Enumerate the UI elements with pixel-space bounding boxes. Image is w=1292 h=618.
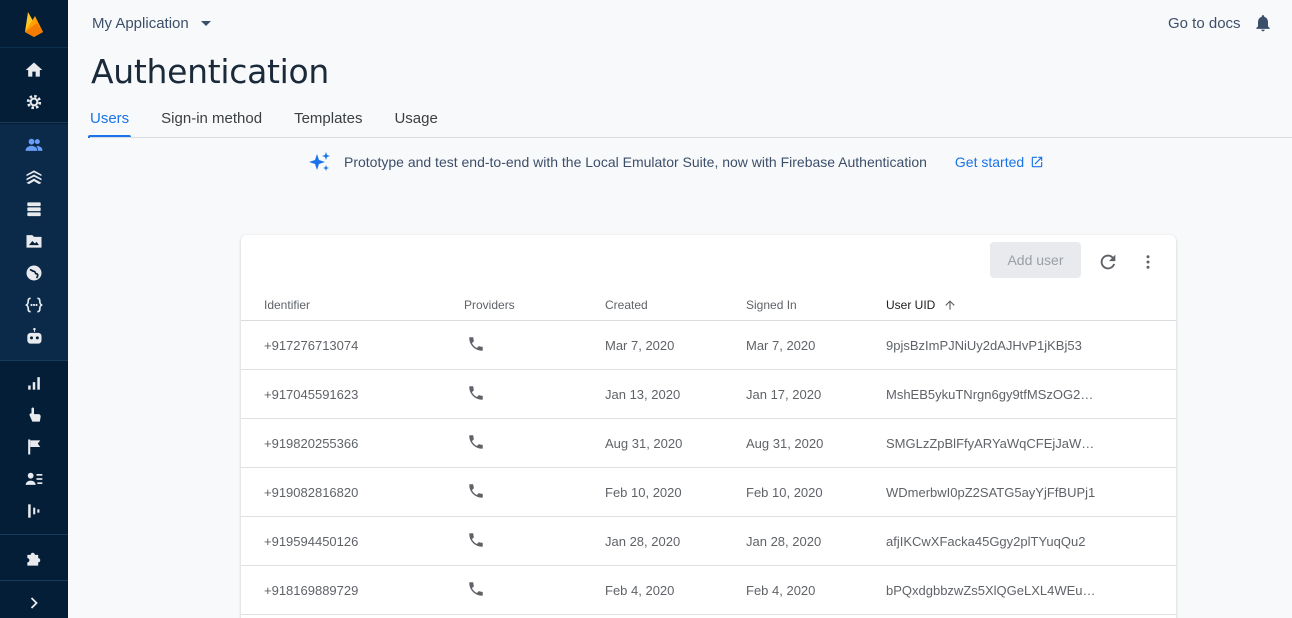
identifier-cell: +918169889729 bbox=[264, 583, 359, 598]
signed-in-cell: Feb 10, 2020 bbox=[746, 485, 823, 500]
phone-provider-icon bbox=[469, 386, 483, 400]
table-row[interactable]: +917045591623 Jan 13, 2020 Jan 17, 2020 Msh… bbox=[241, 370, 1176, 419]
firebase-flame-icon bbox=[25, 11, 43, 37]
created-cell: Jan 13, 2020 bbox=[605, 387, 681, 402]
tab-bar: Users Sign-in method Templates Usage bbox=[87, 100, 470, 138]
created-cell: Aug 31, 2020 bbox=[605, 436, 683, 451]
app-switcher[interactable]: My Application bbox=[92, 15, 211, 32]
column-header-signed-in[interactable]: Signed In bbox=[746, 298, 797, 312]
tab-sign-in-method[interactable]: Sign-in method bbox=[161, 100, 262, 138]
ab-testing-icon[interactable] bbox=[0, 495, 68, 527]
column-header-user-uid-label: User UID bbox=[886, 298, 936, 312]
table-row[interactable]: +919594450126 Jan 28, 2020 Jan 28, 2020 afj… bbox=[241, 517, 1176, 566]
user-uid-cell: MshEB5ykuTNrgn6gy9tfMSzOG2H2 bbox=[886, 387, 1096, 402]
table-row[interactable]: +919082816820 Feb 10, 2020 Feb 10, 2020 WDm… bbox=[241, 468, 1176, 517]
open-in-new-icon bbox=[1031, 156, 1043, 168]
more-options-icon[interactable] bbox=[1139, 251, 1157, 273]
phone-provider-icon bbox=[469, 582, 483, 596]
hosting-globe-icon[interactable] bbox=[0, 257, 68, 289]
analytics-icon[interactable] bbox=[0, 367, 68, 399]
tab-users[interactable]: Users bbox=[87, 100, 132, 138]
column-header-user-uid[interactable]: User UID bbox=[886, 298, 957, 312]
app-name: My Application bbox=[92, 15, 189, 32]
go-to-docs-link[interactable]: Go to docs bbox=[1168, 15, 1241, 32]
authentication-icon[interactable] bbox=[0, 129, 68, 161]
identifier-cell: +919082816820 bbox=[264, 485, 359, 500]
sort-ascending-arrow-icon bbox=[945, 300, 956, 310]
table-row[interactable]: +918169889729 Feb 4, 2020 Feb 4, 2020 bPQxd… bbox=[241, 566, 1176, 615]
user-uid-cell: afjIKCwXFacka45Ggy2plTYuqQu2 bbox=[886, 534, 1086, 549]
dropdown-caret-icon bbox=[200, 21, 211, 26]
tab-divider bbox=[90, 137, 1292, 138]
identifier-cell: +917276713074 bbox=[264, 338, 359, 353]
notifications-bell-icon[interactable] bbox=[1253, 13, 1273, 33]
created-cell: Feb 10, 2020 bbox=[605, 485, 682, 500]
refresh-icon[interactable] bbox=[1097, 251, 1119, 273]
created-cell: Jan 28, 2020 bbox=[605, 534, 681, 549]
settings-gear-icon[interactable] bbox=[0, 86, 68, 118]
table-row[interactable]: +917276713074 Mar 7, 2020 Mar 7, 2020 9pjsB… bbox=[241, 321, 1176, 370]
extensions-puzzle-icon[interactable] bbox=[0, 543, 68, 575]
phone-provider-icon bbox=[469, 533, 483, 547]
firebase-logo[interactable] bbox=[0, 0, 68, 48]
column-header-created[interactable]: Created bbox=[605, 298, 648, 312]
identifier-cell: +919594450126 bbox=[264, 534, 359, 549]
table-row[interactable]: +919820255366 Aug 31, 2020 Aug 31, 2020 SMG… bbox=[241, 419, 1176, 468]
phone-provider-icon bbox=[469, 484, 483, 498]
page-title: Authentication bbox=[91, 52, 330, 91]
signed-in-cell: Jan 28, 2020 bbox=[746, 534, 822, 549]
column-header-providers[interactable]: Providers bbox=[464, 298, 515, 312]
sidebar bbox=[0, 0, 68, 618]
user-uid-cell: SMGLzZpBlFfyARYaWqCFEjJaWJO2 bbox=[886, 436, 1096, 451]
signed-in-cell: Aug 31, 2020 bbox=[746, 436, 824, 451]
identifier-cell: +917045591623 bbox=[264, 387, 359, 402]
top-bar: My Application Go to docs bbox=[68, 0, 1292, 48]
predictions-icon[interactable] bbox=[0, 463, 68, 495]
in-app-messaging-icon[interactable] bbox=[0, 399, 68, 431]
functions-icon[interactable] bbox=[0, 289, 68, 321]
add-user-button[interactable]: Add user bbox=[990, 242, 1081, 278]
user-uid-cell: 9pjsBzImPJNiUy2dAJHvP1jKBj53 bbox=[886, 338, 1082, 353]
get-started-link[interactable]: Get started bbox=[955, 154, 1044, 170]
identifier-cell: +919820255366 bbox=[264, 436, 359, 451]
storage-icon[interactable] bbox=[0, 225, 68, 257]
tab-templates[interactable]: Templates bbox=[294, 100, 362, 138]
realtime-database-icon[interactable] bbox=[0, 193, 68, 225]
users-table-card: Add user Identifier Providers Created Si… bbox=[241, 235, 1176, 618]
signed-in-cell: Jan 17, 2020 bbox=[746, 387, 822, 402]
signed-in-cell: Mar 7, 2020 bbox=[746, 338, 816, 353]
emulator-banner: Prototype and test end-to-end with the L… bbox=[308, 150, 1044, 174]
table-header: Identifier Providers Created Signed In U… bbox=[241, 287, 1176, 321]
firestore-icon[interactable] bbox=[0, 161, 68, 193]
remote-config-flag-icon[interactable] bbox=[0, 431, 68, 463]
column-header-identifier[interactable]: Identifier bbox=[264, 298, 310, 312]
created-cell: Mar 7, 2020 bbox=[605, 338, 675, 353]
phone-provider-icon bbox=[469, 435, 483, 449]
phone-provider-icon bbox=[469, 337, 483, 351]
signed-in-cell: Feb 4, 2020 bbox=[746, 583, 816, 598]
tab-usage[interactable]: Usage bbox=[394, 100, 437, 138]
user-uid-cell: WDmerbwI0pZ2SATG5ayYjFfBUPj1 bbox=[886, 485, 1096, 500]
get-started-label: Get started bbox=[954, 154, 1025, 170]
home-icon[interactable] bbox=[0, 54, 68, 86]
ml-robot-icon[interactable] bbox=[0, 321, 68, 353]
sparkle-icon bbox=[309, 152, 330, 171]
banner-text: Prototype and test end-to-end with the L… bbox=[344, 154, 927, 170]
expand-sidebar-chevron-icon[interactable] bbox=[0, 587, 68, 618]
created-cell: Feb 4, 2020 bbox=[605, 583, 675, 598]
user-uid-cell: bPQxdgbbzwZs5XlQGeLXL4WEuU... bbox=[886, 583, 1096, 598]
